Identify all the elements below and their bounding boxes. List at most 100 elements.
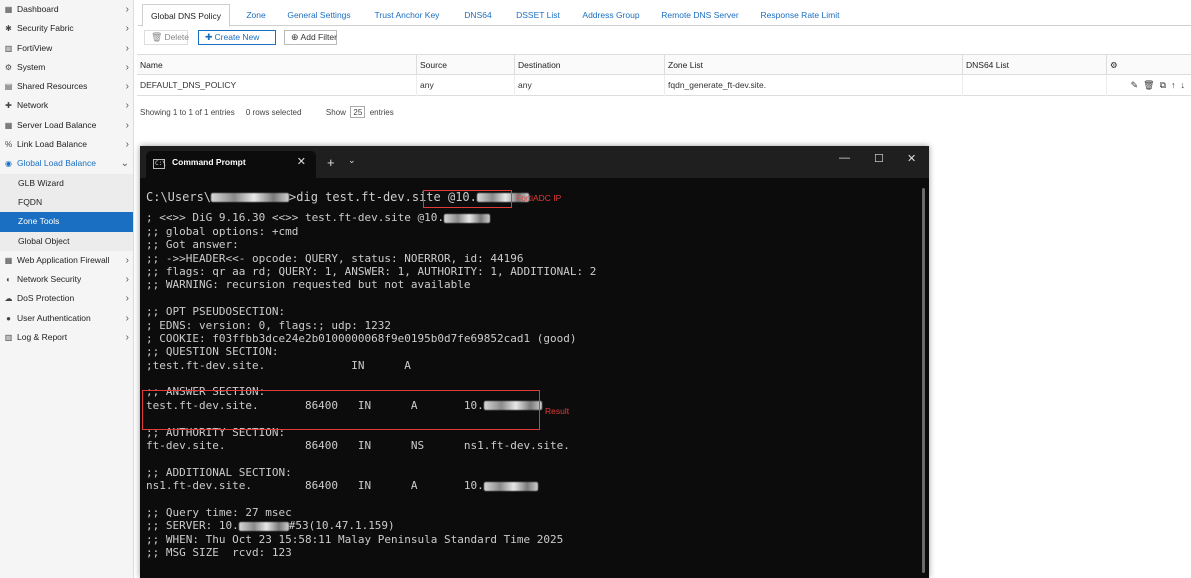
delete-button-label: Delete <box>164 32 190 42</box>
tab-address-group[interactable]: Address Group <box>578 4 644 26</box>
table-footer: Showing 1 to 1 of 1 entries 0 rows selec… <box>140 106 394 118</box>
chevron-right-icon: › <box>125 293 129 305</box>
terminal-output[interactable]: C:\Users\ >dig test.ft-dev.site @10. ; <<… <box>146 190 596 560</box>
sidebar-item-log-report[interactable]: ▥ Log & Report › <box>0 328 133 347</box>
sidebar-item-link-load-balance[interactable]: % Link Load Balance › <box>0 135 133 154</box>
additional-record: ns1.ft-dev.site. 86400 IN A 10. <box>146 479 484 493</box>
close-tab-icon[interactable]: ✕ <box>297 155 306 168</box>
sidebar-item-dos-protection[interactable]: ☁ DoS Protection › <box>0 289 133 308</box>
sidebar-item-global-load-balance[interactable]: ◉ Global Load Balance ⌄ <box>0 154 133 173</box>
fortiadc-app: ▦ Dashboard › ✱ Security Fabric › ▥ FortiView… <box>0 0 1191 578</box>
chevron-right-icon: › <box>125 100 129 112</box>
sidebar-item-security-fabric[interactable]: ✱ Security Fabric › <box>0 19 133 38</box>
table-row[interactable]: DEFAULT_DNS_POLICY any any fqdn_generate… <box>137 75 1191 96</box>
redacted-ip <box>483 481 538 491</box>
move-down-icon[interactable]: ↓ <box>1181 80 1186 90</box>
sidebar-item-label: Network <box>17 100 49 111</box>
create-new-button-label: Create New <box>214 32 260 42</box>
tab-global-dns-policy[interactable]: Global DNS Policy <box>142 4 230 27</box>
column-header-source[interactable]: Source <box>417 55 515 76</box>
column-header-name[interactable]: Name <box>137 55 417 76</box>
sidebar-item-label: Dashboard <box>17 4 59 14</box>
table-header-row: Name Source Destination Zone List DNS64 … <box>137 54 1191 76</box>
chevron-down-icon[interactable]: ⌄ <box>348 155 356 166</box>
cell-name: DEFAULT_DNS_POLICY <box>137 75 417 96</box>
create-new-button[interactable]: ✚ Create New <box>198 30 276 45</box>
chevron-right-icon: › <box>125 312 129 324</box>
cmd-titlebar: C:\ Command Prompt ✕ + ⌄ — ☐ ✕ <box>140 146 929 178</box>
sidebar-item-user-authentication[interactable]: ● User Authentication › <box>0 309 133 328</box>
window-close-icon[interactable]: ✕ <box>907 152 916 165</box>
tab-remote-dns-server[interactable]: Remote DNS Server <box>658 4 742 26</box>
clone-icon[interactable]: ⧉ <box>1160 80 1166 90</box>
sidebar-item-label: Shared Resources <box>17 81 88 92</box>
cell-destination: any <box>515 75 665 96</box>
minimize-icon[interactable]: — <box>839 152 850 164</box>
terminal-line: ;; global options: +cmd <box>146 224 299 238</box>
sidebar-item-network-security[interactable]: ◐ Network Security › <box>0 270 133 289</box>
user-icon: ● <box>6 313 11 323</box>
new-tab-icon[interactable]: + <box>327 155 335 170</box>
tab-response-rate-limit[interactable]: Response Rate Limit <box>756 4 844 26</box>
plus-icon: ✚ <box>205 32 213 42</box>
sidebar-item-zone-tools[interactable]: Zone Tools <box>0 212 133 232</box>
chevron-right-icon: › <box>125 254 129 266</box>
redacted-username <box>211 193 290 202</box>
web-application-firewall-icon: ▦ <box>4 255 13 265</box>
sidebar-item-label: FQDN <box>18 196 43 207</box>
page-size-select[interactable]: 25 <box>350 106 366 118</box>
sidebar-item-glb-wizard[interactable]: GLB Wizard <box>0 173 133 193</box>
terminal-blank <box>146 372 596 385</box>
sidebar-item-label: Global Load Balance <box>17 158 96 169</box>
add-filter-button[interactable]: ⊕ Add Filter <box>284 30 337 45</box>
sidebar-item-global-object[interactable]: Global Object <box>0 231 133 251</box>
edit-icon[interactable]: ✎ <box>1131 80 1139 90</box>
entries-label: entries <box>369 108 394 117</box>
tab-bar: Global DNS Policy Zone General Settings … <box>138 4 1191 27</box>
column-header-dns64-list[interactable]: DNS64 List <box>963 55 1107 76</box>
chevron-right-icon: › <box>125 332 129 344</box>
security-fabric-icon: ✱ <box>5 24 12 34</box>
chevron-right-icon: › <box>125 23 129 35</box>
sidebar-item-web-application-firewall[interactable]: ▦ Web Application Firewall › <box>0 251 133 270</box>
terminal-scrollbar[interactable] <box>922 188 925 573</box>
tab-general-settings[interactable]: General Settings <box>283 4 355 26</box>
sidebar-item-label: GLB Wizard <box>18 177 64 188</box>
shared-resources-icon: ▤ <box>4 82 13 92</box>
terminal-line: ;; Query time: 27 msec <box>146 505 292 519</box>
row-actions: ✎ 🗑 ⧉ ↑ ↓ <box>1126 75 1185 96</box>
tab-dns64[interactable]: DNS64 <box>458 4 498 26</box>
delete-button[interactable]: 🗑 Delete <box>144 30 190 45</box>
maximize-icon[interactable]: ☐ <box>874 152 884 165</box>
sidebar-item-server-load-balance[interactable]: ▦ Server Load Balance › <box>0 116 133 135</box>
sidebar-item-system[interactable]: ⚙ System › <box>0 58 133 77</box>
delete-icon[interactable]: 🗑 <box>1143 80 1154 90</box>
terminal-line: ;; ->>HEADER<<- opcode: QUERY, status: N… <box>146 251 524 265</box>
sidebar-item-network[interactable]: ✚ Network › <box>0 96 133 115</box>
sidebar-item-label: DoS Protection <box>17 293 75 304</box>
table-settings-button[interactable]: ⚙ <box>1107 55 1191 76</box>
chevron-right-icon: › <box>125 61 129 73</box>
sidebar-item-shared-resources[interactable]: ▤ Shared Resources › <box>0 77 133 96</box>
terminal-gap <box>146 204 596 211</box>
prompt-path: C:\Users\ <box>146 190 212 204</box>
tab-dsset-list[interactable]: DSSET List <box>510 4 566 26</box>
tab-trust-anchor-key[interactable]: Trust Anchor Key <box>368 4 446 26</box>
sidebar-item-fqdn[interactable]: FQDN <box>0 192 133 213</box>
column-header-zone-list[interactable]: Zone List <box>665 55 963 76</box>
terminal-line: ;; OPT PSEUDOSECTION: <box>146 305 286 319</box>
cell-zone-list: fqdn_generate_ft-dev.site. <box>665 75 963 96</box>
move-up-icon[interactable]: ↑ <box>1171 80 1176 90</box>
terminal-line: ;test.ft-dev.site. IN A <box>146 358 411 372</box>
entries-count: Showing 1 to 1 of 1 entries <box>140 108 235 117</box>
cmd-tab[interactable]: C:\ Command Prompt ✕ <box>146 151 316 178</box>
column-header-destination[interactable]: Destination <box>515 55 665 76</box>
sidebar-item-fortiview[interactable]: ▥ FortiView › <box>0 39 133 58</box>
globe-icon: ◉ <box>5 159 12 169</box>
chevron-right-icon: › <box>125 81 129 93</box>
sidebar-item-label: Global Object <box>18 235 70 246</box>
tab-zone[interactable]: Zone <box>236 4 276 26</box>
redacted-ip <box>238 521 289 531</box>
terminal-line: ;; WHEN: Thu Oct 23 15:58:11 Malay Penin… <box>146 532 564 546</box>
sidebar-item-dashboard[interactable]: ▦ Dashboard › <box>0 0 133 19</box>
